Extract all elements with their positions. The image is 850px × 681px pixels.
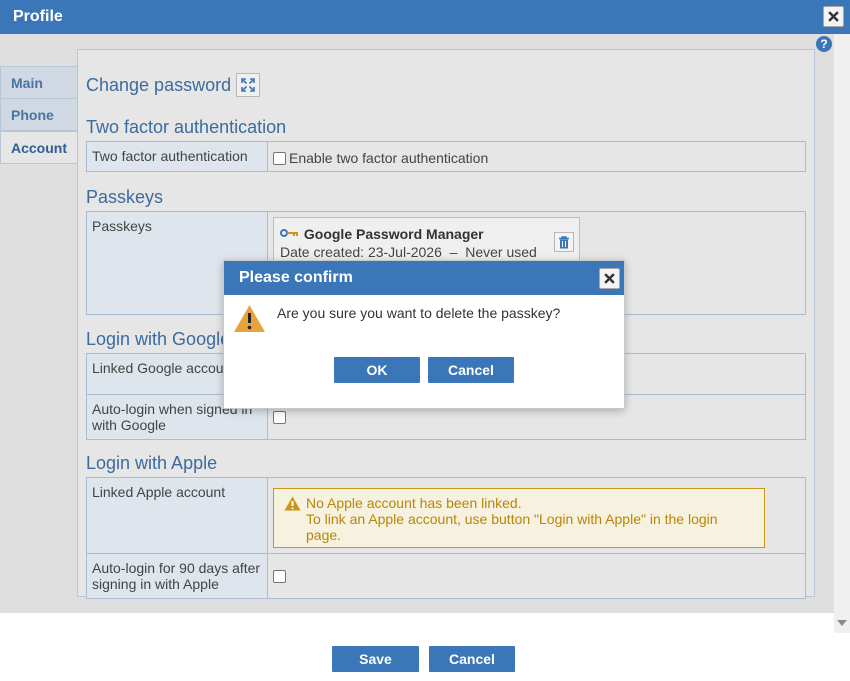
trash-icon [559,235,569,248]
passkey-name: Google Password Manager [303,226,484,242]
confirm-dialog: Please confirm Are you sure you want to … [223,260,625,409]
window-close-button[interactable] [823,6,844,27]
help-icon[interactable]: ? [816,36,832,52]
apple-autologin-label: Auto-login for 90 days after signing in … [86,553,268,599]
tab-main[interactable]: Main [0,66,78,99]
apple-autologin-value [267,553,806,599]
apple-warning-line1: No Apple account has been linked. [306,495,522,511]
two-factor-checkbox-label[interactable]: Enable two factor authentication [289,150,488,166]
warning-icon [234,305,265,332]
passkey-delete-button[interactable] [554,232,574,252]
vertical-scrollbar[interactable] [834,34,850,634]
tab-phone-label: Phone [11,107,54,123]
title-bar: Profile [0,0,850,34]
scroll-down-arrow-icon[interactable] [837,620,847,626]
expand-icon [241,78,255,92]
google-title: Login with Google [86,329,231,349]
two-factor-value: Enable two factor authentication [267,141,806,172]
two-factor-row-label: Two factor authentication [86,141,268,172]
save-button[interactable]: Save [332,646,419,672]
change-password-expand-button[interactable] [236,73,260,97]
apple-linked-label: Linked Apple account [86,477,268,554]
two-factor-title: Two factor authentication [86,117,287,137]
passkey-name-row: Google Password Manager [280,226,573,242]
change-password-title: Change password [86,75,232,95]
confirm-ok-button[interactable]: OK [334,357,420,383]
two-factor-checkbox[interactable] [273,152,286,165]
tab-account[interactable]: Account [0,131,79,164]
footer-bar [0,633,850,681]
apple-warning-box: No Apple account has been linked. To lin… [273,488,765,548]
confirm-dialog-title: Please confirm [224,261,624,295]
passkeys-title: Passkeys [86,187,164,207]
confirm-dialog-message: Are you sure you want to delete the pass… [277,305,561,321]
apple-autologin-checkbox[interactable] [273,570,286,583]
tab-account-label: Account [11,140,67,156]
close-icon [828,11,839,22]
passkey-date-created: Date created: 23-Jul-2026 [280,244,442,260]
tab-phone[interactable]: Phone [0,98,78,131]
apple-linked-value: No Apple account has been linked. To lin… [267,477,806,554]
close-icon [604,273,615,284]
apple-warning-line2: To link an Apple account, use button "Lo… [306,511,718,543]
apple-title: Login with Apple [86,453,218,473]
passkey-usage: Never used [465,244,537,260]
passkey-date-row: Date created: 23-Jul-2026 – Never used [280,244,573,260]
profile-window: Profile ? Main Phone Account Change pass… [0,0,850,681]
passkey-separator: – [449,244,458,260]
confirm-cancel-button[interactable]: Cancel [428,357,514,383]
cancel-button[interactable]: Cancel [429,646,515,672]
warning-icon [284,496,301,511]
two-factor-table: Two factor authentication Enable two fac… [86,141,806,172]
window-title: Profile [13,8,63,25]
google-autologin-checkbox[interactable] [273,411,286,424]
key-icon [280,229,298,237]
apple-table: Linked Apple account No Apple account ha… [86,477,806,599]
confirm-dialog-close-button[interactable] [599,268,620,289]
tab-main-label: Main [11,75,43,91]
